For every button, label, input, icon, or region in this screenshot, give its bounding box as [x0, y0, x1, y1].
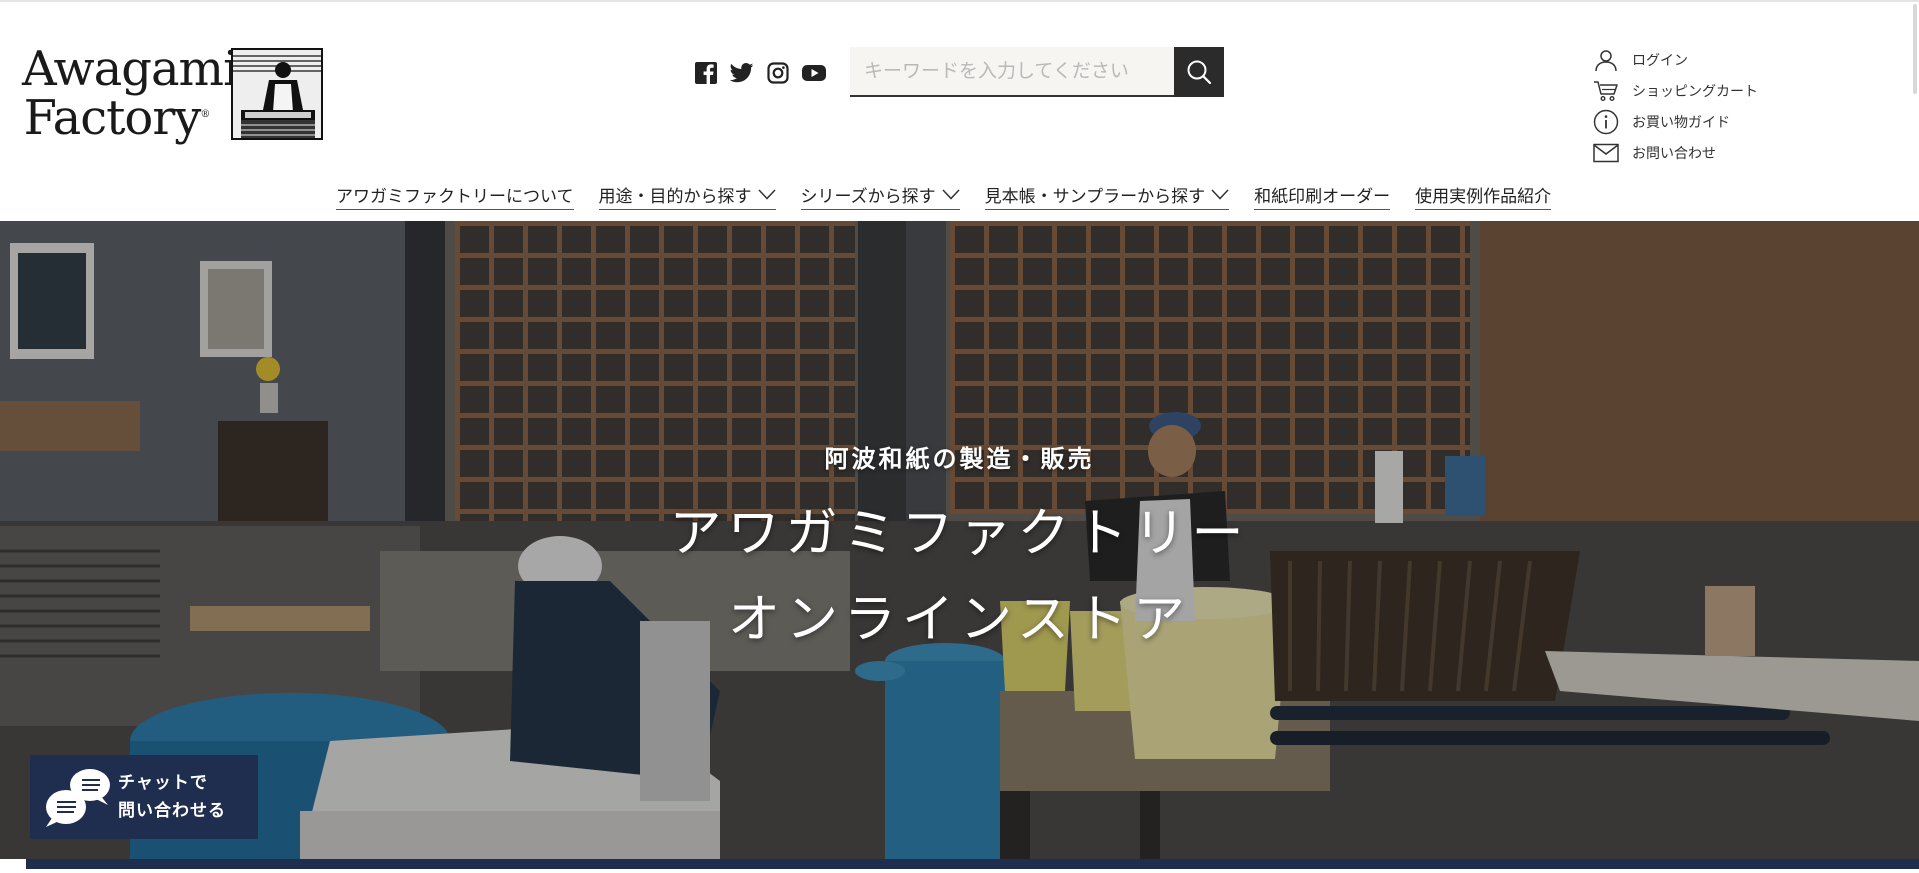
chevron-down-icon — [942, 188, 960, 202]
contact-link[interactable]: お問い合わせ — [1592, 137, 1852, 168]
hero-title: アワガミファクトリー オンラインストア — [0, 491, 1919, 663]
twitter-icon[interactable] — [730, 61, 754, 85]
cart-label: ショッピングカート — [1632, 83, 1758, 100]
nav-print-order[interactable]: 和紙印刷オーダー — [1254, 182, 1391, 210]
nav-print-order-label: 和紙印刷オーダー — [1254, 187, 1391, 207]
social-links — [694, 61, 826, 85]
utility-links: ログイン ショッピングカート お買い物ガイド お問い合わせ — [1592, 44, 1852, 168]
cart-link[interactable]: ショッピングカート — [1592, 75, 1852, 106]
instagram-icon[interactable] — [766, 61, 790, 85]
login-link[interactable]: ログイン — [1592, 44, 1852, 75]
chevron-down-icon — [757, 188, 776, 202]
nav-by-series-label: シリーズから探す — [800, 187, 936, 207]
nav-gallery-label: 使用実例作品紹介 — [1415, 187, 1552, 207]
chat-label: チャットで 問い合わせる — [118, 769, 226, 825]
chat-label-line-1: チャットで — [118, 773, 208, 793]
nav-about[interactable]: アワガミファクトリーについて — [336, 182, 574, 210]
logo-line-1: Awagami — [22, 40, 238, 97]
info-icon — [1592, 108, 1620, 136]
nav-by-series[interactable]: シリーズから探す — [800, 182, 960, 210]
nav-about-label: アワガミファクトリーについて — [336, 187, 574, 207]
search-button[interactable] — [1174, 47, 1224, 97]
brand-logo[interactable]: Awagami Factory® — [22, 44, 328, 142]
hero-title-line-2: オンラインストア — [728, 590, 1191, 650]
guide-link[interactable]: お買い物ガイド — [1592, 106, 1852, 137]
search-icon — [1187, 60, 1212, 85]
contact-label: お問い合わせ — [1632, 145, 1716, 162]
logo-wordmark: Awagami Factory® — [22, 40, 238, 146]
bottom-band-strip — [26, 859, 1919, 869]
site-header: Awagami Factory® キーワードを入力してください ログイン ショッ… — [0, 0, 1919, 221]
chat-label-line-2: 問い合わせる — [118, 801, 226, 821]
nav-by-use-label: 用途・目的から探す — [598, 187, 752, 207]
guide-label: お買い物ガイド — [1632, 114, 1730, 131]
hero-subtitle: 阿波和紙の製造・販売 — [824, 445, 1095, 473]
login-label: ログイン — [1632, 52, 1688, 69]
chat-button[interactable]: チャットで 問い合わせる — [30, 755, 258, 839]
search-input[interactable] — [850, 47, 1174, 97]
nav-by-use[interactable]: 用途・目的から探す — [598, 182, 776, 210]
papermaker-illustration — [231, 48, 323, 140]
user-icon — [1592, 46, 1620, 74]
hero-title-line-1: アワガミファクトリー — [669, 504, 1250, 564]
bottom-band — [0, 859, 1919, 873]
logo-line-2: Factory® — [23, 89, 211, 146]
nav-samples-label: 見本帳・サンプラーから探す — [984, 187, 1206, 207]
nav-samples[interactable]: 見本帳・サンプラーから探す — [984, 182, 1230, 210]
chat-bubbles-icon — [30, 755, 118, 839]
main-nav: アワガミファクトリーについて 用途・目的から探す シリーズから探す 見本帳・サン… — [336, 182, 1576, 210]
scrollbar-thumb[interactable] — [1913, 4, 1917, 94]
chevron-down-icon — [1211, 188, 1229, 202]
search-form — [850, 47, 1224, 97]
hero-banner: 阿波和紙の製造・販売 アワガミファクトリー オンラインストア — [0, 221, 1919, 859]
page: Awagami Factory® キーワードを入力してください ログイン ショッ… — [0, 0, 1919, 873]
youtube-icon[interactable] — [802, 61, 826, 85]
facebook-icon[interactable] — [694, 61, 718, 85]
mail-icon — [1592, 139, 1620, 167]
nav-gallery[interactable]: 使用実例作品紹介 — [1415, 182, 1552, 210]
cart-icon — [1592, 77, 1620, 105]
